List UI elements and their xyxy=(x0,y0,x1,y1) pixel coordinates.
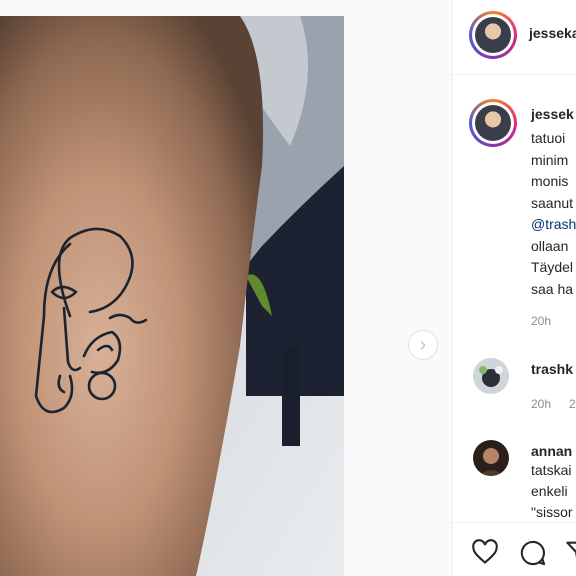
comment-icon[interactable] xyxy=(519,539,547,572)
caption-line: saanut xyxy=(531,194,574,211)
author-username[interactable]: jesseka xyxy=(529,25,576,41)
comment-timestamp: 20h xyxy=(531,397,552,411)
heart-icon[interactable] xyxy=(471,539,499,570)
comment-username[interactable]: annan xyxy=(531,443,572,459)
caption-line: Täydel xyxy=(531,259,574,275)
post-details-panel: jesseka jessek tatuoi minim monis saanut… xyxy=(452,0,576,576)
caption-line: saa ha xyxy=(531,280,574,297)
caption-line: tatuoi xyxy=(531,130,566,146)
caption-username[interactable]: jessek xyxy=(531,106,574,122)
caption-line: minim xyxy=(531,151,569,168)
comment-line: tatskai xyxy=(531,462,572,478)
comment-likes-count[interactable]: 2 xyxy=(569,397,576,411)
caption-avatar[interactable] xyxy=(469,99,517,147)
caption-text: tatuoi minim monis saanut @trash ollaan … xyxy=(531,128,576,300)
comment-avatar[interactable] xyxy=(473,358,509,394)
comment-line: "sissor xyxy=(531,504,573,520)
caption-line: monis xyxy=(531,173,569,189)
post-photo[interactable] xyxy=(0,16,344,576)
share-icon[interactable] xyxy=(565,539,576,570)
chevron-right-icon: › xyxy=(419,334,427,356)
caption-mention-link[interactable]: @trash xyxy=(531,214,576,236)
comment-username[interactable]: trashk xyxy=(531,361,573,377)
carousel-next-button[interactable]: › xyxy=(408,330,438,360)
instagram-post-page: › jesseka jessek tatuoi minim monis saan… xyxy=(0,0,576,576)
comment-line: enkeli xyxy=(531,483,568,499)
caption-timestamp: 20h xyxy=(531,314,552,328)
post-action-bar xyxy=(453,522,576,576)
tattoo-photo-image xyxy=(0,16,344,576)
post-header: jesseka xyxy=(453,0,576,75)
comment-avatar[interactable] xyxy=(473,440,509,476)
author-avatar[interactable] xyxy=(469,11,517,59)
caption-line: ollaan xyxy=(531,237,569,254)
comment-text: tatskai enkeli "sissor xyxy=(531,460,573,523)
